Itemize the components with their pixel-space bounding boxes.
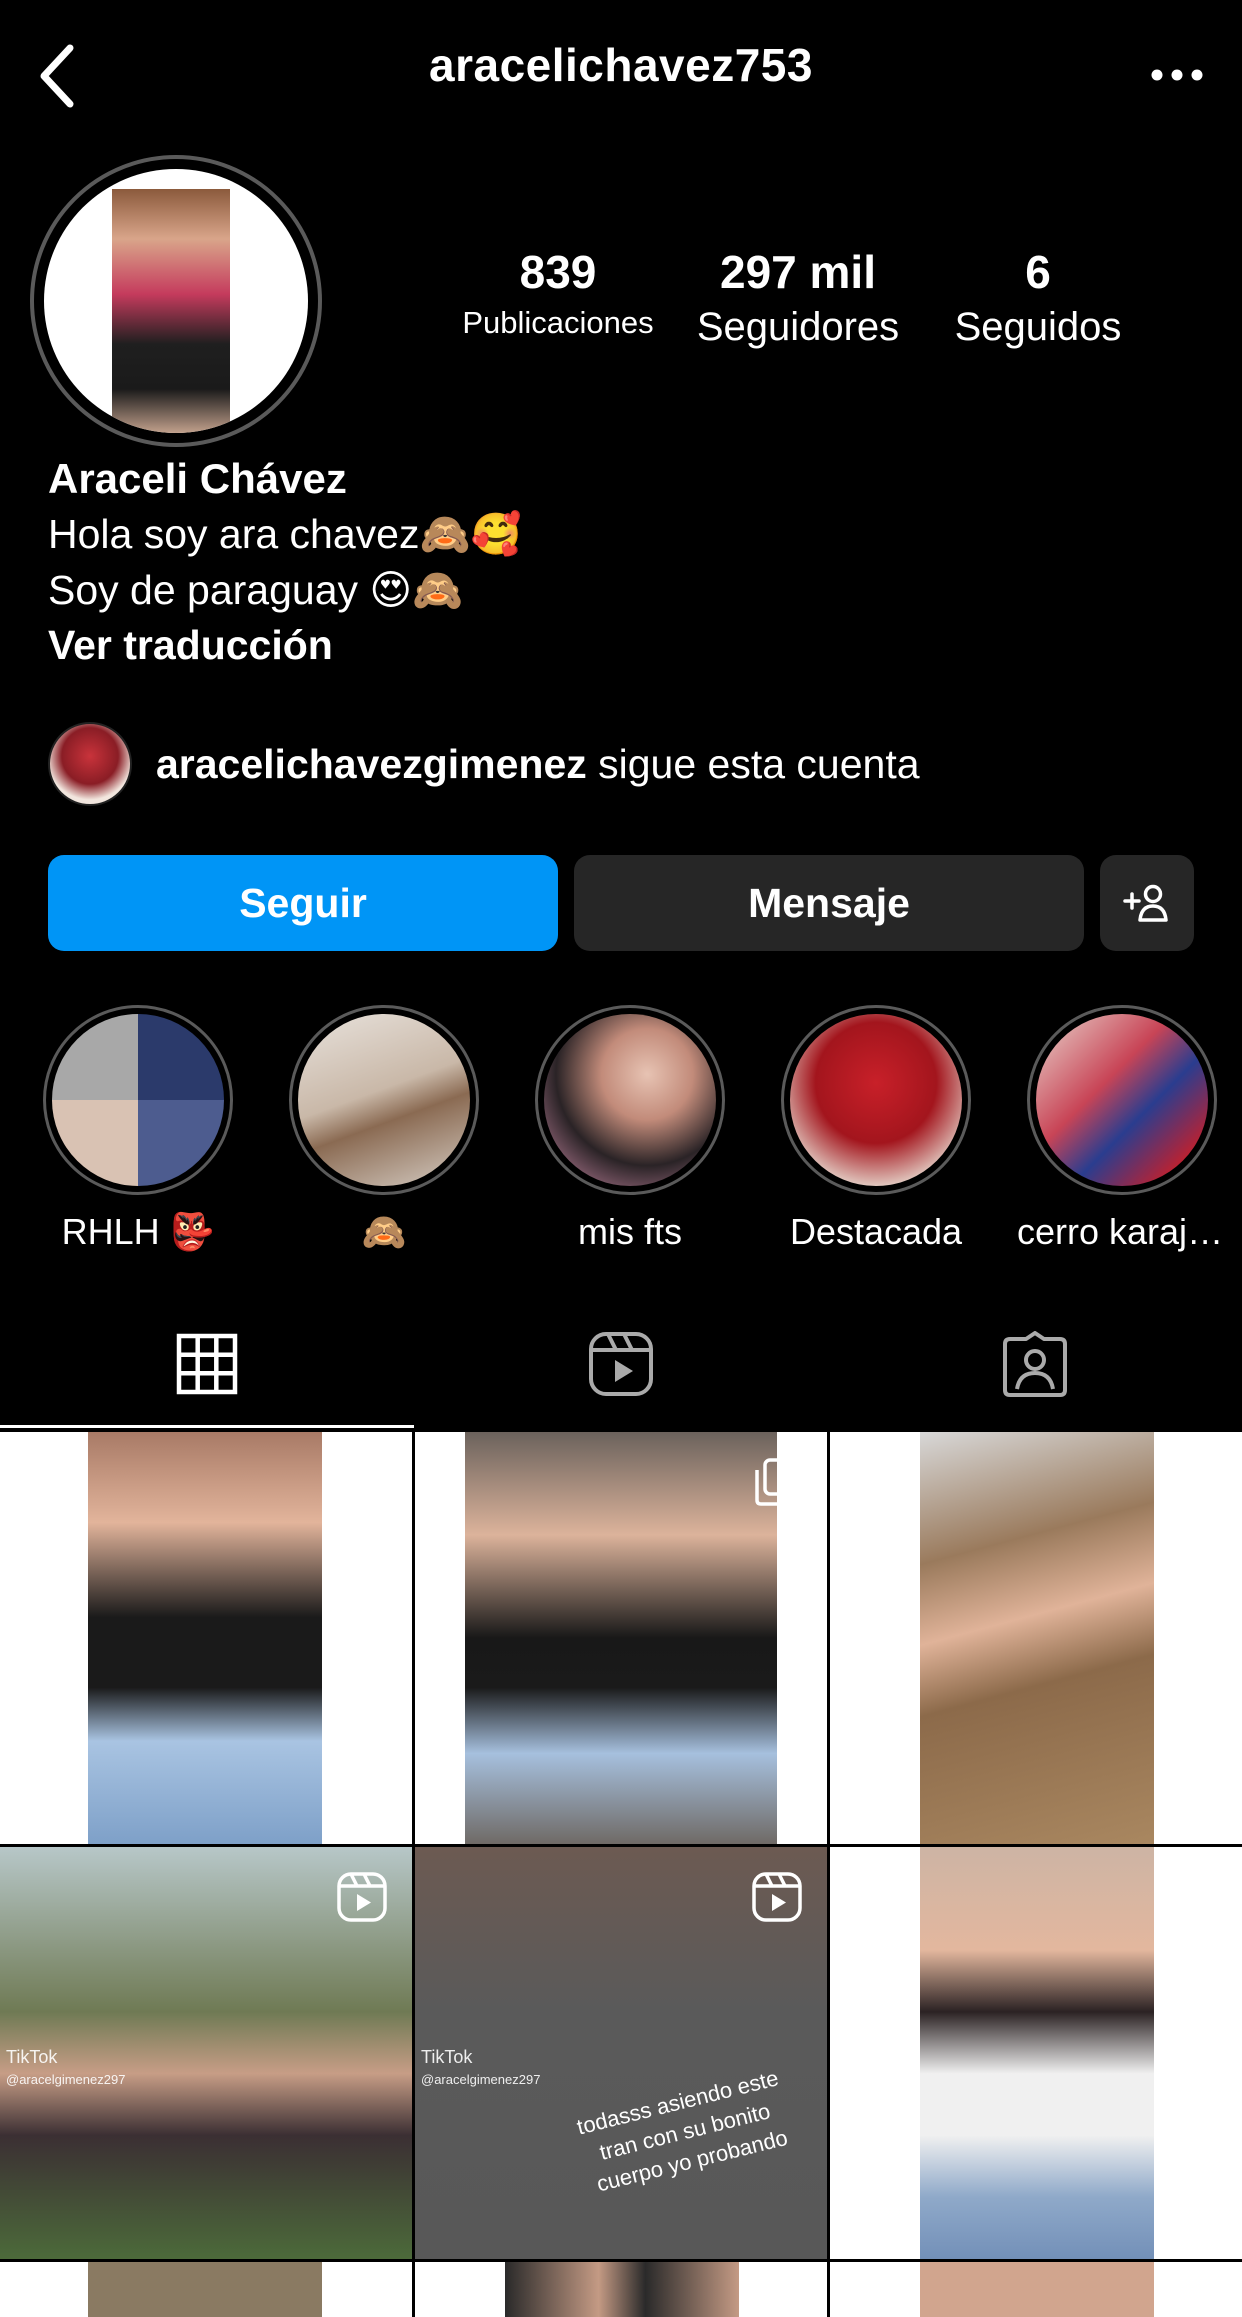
followers-label: Seguidores	[696, 305, 900, 349]
followed-by-row[interactable]: aracelichavezgimenez sigue esta cuenta	[48, 722, 920, 806]
bio-line-2: Soy de paraguay 😍🙈	[48, 567, 464, 613]
posts-stat[interactable]: 839 Publicaciones	[448, 245, 668, 341]
highlight-label: cerro karajo...	[1017, 1211, 1227, 1252]
highlight-cover	[298, 1014, 470, 1186]
suggest-users-button[interactable]	[1100, 855, 1194, 951]
message-button[interactable]: Mensaje	[574, 855, 1084, 951]
followers-count: 297 mil	[720, 246, 876, 298]
post-thumbnail[interactable]: TikTok @aracelgimenez297 todasss asiendo …	[415, 1847, 827, 2259]
followed-by-text: aracelichavezgimenez sigue esta cuenta	[156, 741, 920, 788]
highlight-item[interactable]: 🙈	[286, 1005, 482, 1253]
highlight-cover	[790, 1014, 962, 1186]
highlight-label: RHLH 👺	[61, 1211, 215, 1252]
post-caption-overlay: todasss asiendo este tran con su bonito …	[574, 2065, 791, 2197]
post-thumbnail[interactable]: TikTok @aracelgimenez297	[0, 1847, 412, 2259]
tiktok-watermark: TikTok @aracelgimenez297	[6, 2047, 126, 2087]
highlight-item[interactable]: Destacada	[778, 1005, 974, 1253]
highlight-item[interactable]: RHLH 👺	[40, 1005, 236, 1253]
top-bar: aracelichavez753	[0, 0, 1242, 150]
reels-icon	[589, 1332, 653, 1396]
following-stat[interactable]: 6 Seguidos	[936, 245, 1140, 350]
carousel-icon	[755, 1458, 801, 1506]
profile-avatar[interactable]	[30, 155, 322, 447]
display-name: Araceli Chávez	[48, 455, 347, 502]
highlight-cover	[52, 1014, 224, 1186]
highlight-cover	[544, 1014, 716, 1186]
profile-bio: Araceli Chávez Hola soy ara chavez🙈🥰 Soy…	[48, 452, 1198, 672]
reels-badge-icon	[337, 1872, 387, 1922]
follow-button[interactable]: Seguir	[48, 855, 558, 951]
profile-username: aracelichavez753	[429, 39, 813, 91]
post-thumbnail[interactable]	[0, 1432, 412, 1844]
profile-tabs	[0, 1300, 1242, 1430]
highlight-label: mis fts	[578, 1211, 682, 1252]
followed-by-suffix: sigue esta cuenta	[586, 740, 920, 787]
highlight-item[interactable]: mis fts	[532, 1005, 728, 1253]
tab-posts-grid[interactable]	[0, 1300, 414, 1428]
following-count: 6	[1025, 246, 1051, 298]
see-translation-link[interactable]: Ver traducción	[48, 618, 1198, 672]
highlight-label: 🙈	[361, 1211, 407, 1252]
tab-tagged[interactable]	[828, 1300, 1242, 1428]
tiktok-watermark: TikTok @aracelgimenez297	[421, 2047, 541, 2087]
post-thumbnail[interactable]	[415, 2262, 827, 2317]
highlight-item[interactable]: cerro karajo...	[1017, 1005, 1227, 1253]
tab-reels[interactable]	[414, 1300, 828, 1428]
tagged-user-icon	[1003, 1331, 1067, 1397]
post-thumbnail[interactable]	[830, 1847, 1242, 2259]
posts-label: Publicaciones	[462, 305, 654, 340]
post-thumbnail[interactable]	[415, 1432, 827, 1844]
more-options-button[interactable]	[1142, 50, 1212, 100]
bio-line-1: Hola soy ara chavez🙈🥰	[48, 511, 522, 557]
more-horizontal-icon	[1151, 69, 1203, 81]
highlight-label: Destacada	[789, 1211, 963, 1252]
post-thumbnail[interactable]	[830, 2262, 1242, 2317]
post-thumbnail[interactable]	[830, 1432, 1242, 1844]
posts-count: 839	[519, 246, 597, 298]
following-label: Seguidos	[954, 305, 1122, 349]
highlight-cover	[1036, 1014, 1208, 1186]
add-user-icon	[1123, 884, 1168, 922]
follower-username: aracelichavezgimenez	[156, 740, 587, 787]
avatar-image	[44, 169, 308, 433]
followers-stat[interactable]: 297 mil Seguidores	[685, 245, 911, 350]
reels-badge-icon	[752, 1872, 802, 1922]
post-thumbnail[interactable]	[0, 2262, 412, 2317]
follower-avatar	[48, 722, 132, 806]
grid-icon	[176, 1333, 238, 1395]
